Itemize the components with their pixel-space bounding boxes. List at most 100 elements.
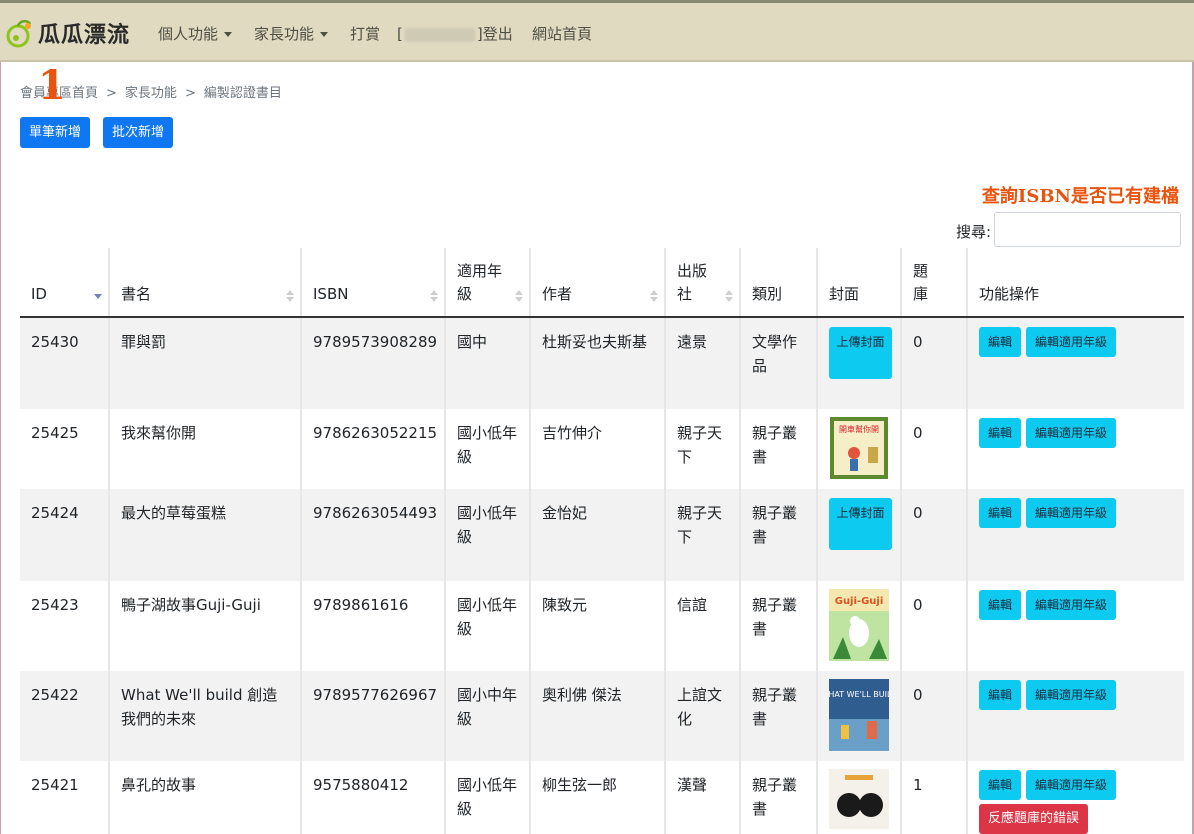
cell-title: 罪與罰	[109, 317, 302, 409]
col-header-grade[interactable]: 適用年級	[445, 248, 531, 318]
cell-id: 25421	[20, 761, 110, 834]
cell-quiz: 0	[901, 581, 968, 671]
annotation-number: 1	[38, 62, 66, 109]
table-row: 25425 我來幫你開 9786263052215 國小低年級 吉竹伸介 親子天…	[20, 409, 1184, 489]
cover-title-text: 開車幫你開	[839, 424, 879, 434]
cell-isbn: 9789573908289	[301, 317, 446, 409]
col-header-isbn[interactable]: ISBN	[301, 248, 446, 318]
cell-author: 杜斯妥也夫斯基	[530, 317, 666, 409]
cell-publisher: 遠景	[665, 317, 741, 409]
edit-button[interactable]: 編輯	[979, 590, 1022, 620]
cell-quiz: 0	[901, 317, 968, 409]
nav-logout-link[interactable]: [ ]登出	[397, 23, 513, 44]
cell-publisher: 上誼文化	[665, 671, 741, 761]
site-brand[interactable]: 瓜瓜漂流	[4, 17, 130, 49]
cell-quiz: 1	[901, 761, 968, 834]
nav-tip-link[interactable]: 打賞	[350, 23, 380, 44]
edit-button[interactable]: 編輯	[979, 498, 1022, 528]
cell-quiz: 0	[901, 409, 968, 489]
cell-actions: 編輯 編輯適用年級	[967, 671, 1184, 761]
edit-grade-button[interactable]: 編輯適用年級	[1026, 590, 1117, 620]
nav-home-link[interactable]: 網站首頁	[532, 23, 592, 44]
edit-grade-button[interactable]: 編輯適用年級	[1026, 418, 1117, 448]
cell-isbn: 9789577626967	[301, 671, 446, 761]
cell-cover: 開車幫你開	[817, 409, 902, 489]
book-cover-image[interactable]: WHAT WE'LL BUILD	[829, 679, 889, 751]
edit-grade-button[interactable]: 編輯適用年級	[1026, 327, 1117, 357]
top-navbar: 瓜瓜漂流 個人功能 家長功能 打賞 [ ]登出 網站首頁	[0, 0, 1194, 62]
cell-id: 25425	[20, 409, 110, 489]
cell-actions: 編輯 編輯適用年級	[967, 409, 1184, 489]
cell-cover: Guji-Guji	[817, 581, 902, 671]
cell-publisher: 信誼	[665, 581, 741, 671]
books-table: ID 書名 ISBN 適用年級 作者 出版社 類別 封面 題庫 功能操作 254…	[20, 248, 1184, 834]
report-quiz-error-button[interactable]: 反應題庫的錯誤	[979, 804, 1089, 834]
cell-actions: 編輯 編輯適用年級反應題庫的錯誤	[967, 761, 1184, 834]
edit-grade-button[interactable]: 編輯適用年級	[1026, 770, 1117, 800]
caret-down-icon	[224, 32, 233, 37]
cell-grade: 國小低年級	[445, 409, 531, 489]
cell-category: 親子叢書	[740, 581, 818, 671]
cell-isbn: 9789861616	[301, 581, 446, 671]
cell-quiz: 0	[901, 489, 968, 581]
cell-title: 鼻孔的故事	[109, 761, 302, 834]
cell-isbn: 9786263052215	[301, 409, 446, 489]
col-header-title[interactable]: 書名	[109, 248, 302, 318]
isbn-annotation: 查詢ISBN是否已有建檔	[981, 186, 1179, 207]
cell-actions: 編輯 編輯適用年級	[967, 317, 1184, 409]
table-row: 25421 鼻孔的故事 9575880412 國小低年級 柳生弦一郎 漢聲 親子…	[20, 761, 1184, 834]
edit-button[interactable]: 編輯	[979, 770, 1022, 800]
nav-personal-dropdown[interactable]: 個人功能	[158, 23, 233, 44]
cell-author: 陳致元	[530, 581, 666, 671]
cell-category: 親子叢書	[740, 671, 818, 761]
book-cover-image[interactable]	[829, 769, 889, 829]
cell-cover	[817, 761, 902, 834]
col-header-quiz: 題庫	[901, 248, 968, 318]
cell-title: 我來幫你開	[109, 409, 302, 489]
cell-publisher: 親子天下	[665, 409, 741, 489]
cell-quiz: 0	[901, 671, 968, 761]
cell-id: 25424	[20, 489, 110, 581]
logout-label: ]登出	[476, 25, 513, 43]
melon-logo-icon	[6, 20, 32, 48]
book-cover-image[interactable]: Guji-Guji	[829, 589, 889, 661]
breadcrumb-parent-functions[interactable]: 家長功能	[125, 86, 177, 101]
cell-id: 25423	[20, 581, 110, 671]
logout-prefix: [	[397, 25, 403, 43]
cell-actions: 編輯 編輯適用年級	[967, 581, 1184, 671]
cell-category: 親子叢書	[740, 761, 818, 834]
breadcrumb-separator: >	[184, 86, 196, 101]
breadcrumb-separator: >	[106, 86, 117, 101]
edit-button[interactable]: 編輯	[979, 680, 1022, 710]
search-input[interactable]	[994, 212, 1181, 247]
col-header-author[interactable]: 作者	[530, 248, 666, 318]
cell-grade: 國中	[445, 317, 531, 409]
cell-category: 親子叢書	[740, 409, 818, 489]
edit-button[interactable]: 編輯	[979, 418, 1022, 448]
cell-category: 文學作品	[740, 317, 818, 409]
cell-author: 吉竹伸介	[530, 409, 666, 489]
col-header-id[interactable]: ID	[20, 248, 110, 318]
cell-id: 25430	[20, 317, 110, 409]
batch-add-button[interactable]: 批次新增	[103, 117, 174, 148]
nav-parent-dropdown[interactable]: 家長功能	[254, 23, 329, 44]
col-header-cover: 封面	[817, 248, 902, 318]
edit-button[interactable]: 編輯	[979, 327, 1022, 357]
cell-title: 鴨子湖故事Guji-Guji	[109, 581, 302, 671]
book-cover-image[interactable]: 開車幫你開	[829, 417, 889, 479]
edit-grade-button[interactable]: 編輯適用年級	[1026, 498, 1117, 528]
cell-grade: 國小中年級	[445, 671, 531, 761]
cell-author: 柳生弦一郎	[530, 761, 666, 834]
caret-down-icon	[320, 32, 329, 37]
upload-cover-button[interactable]: 上傳封面	[829, 327, 892, 379]
search-label: 搜尋:	[956, 223, 992, 241]
cell-category: 親子叢書	[740, 489, 818, 581]
edit-grade-button[interactable]: 編輯適用年級	[1026, 680, 1117, 710]
table-row: 25430 罪與罰 9789573908289 國中 杜斯妥也夫斯基 遠景 文學…	[20, 317, 1184, 409]
upload-cover-button[interactable]: 上傳封面	[829, 498, 892, 550]
nav-parent-label: 家長功能	[254, 25, 315, 43]
col-header-publisher[interactable]: 出版社	[665, 248, 741, 318]
cell-title: 最大的草莓蛋糕	[109, 489, 302, 581]
single-add-button[interactable]: 單筆新增	[20, 117, 91, 148]
table-header-row: ID 書名 ISBN 適用年級 作者 出版社 類別 封面 題庫 功能操作	[20, 248, 1184, 318]
